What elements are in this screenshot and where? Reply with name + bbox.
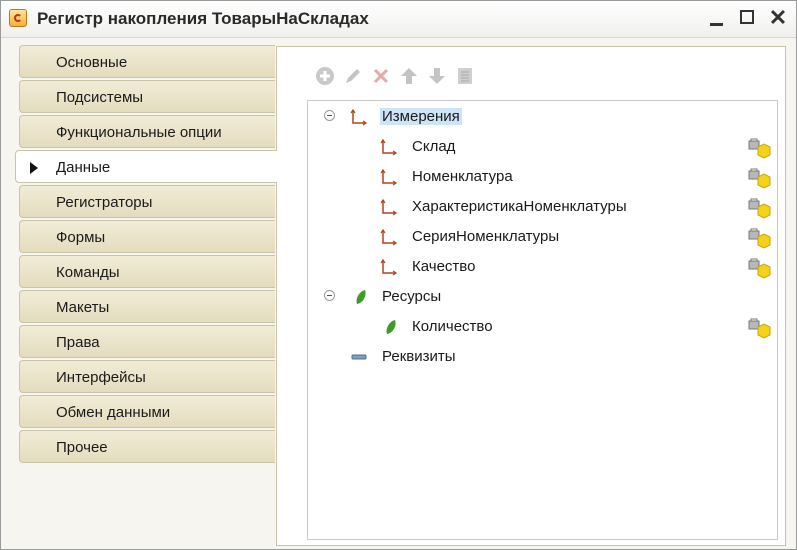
tree-node-label: Измерения [380,108,462,125]
lock-icon [748,168,771,189]
tree-node-label: ХарактеристикаНоменклатуры [412,198,627,215]
dimension-icon [380,138,398,156]
tree-node-label: Склад [412,138,456,155]
title-bar: Регистр накопления ТоварыНаСкладах ✕ [1,1,796,38]
register-window: Регистр накопления ТоварыНаСкладах ✕ Осн… [0,0,797,550]
tree-node-label: Качество [412,258,476,275]
tree-node-resources[interactable]: Ресурсы [308,283,777,311]
resource-icon [386,320,396,334]
tab-templates[interactable]: Макеты [19,290,275,323]
resources-icon [356,290,366,304]
lock-icon [748,198,771,219]
tab-registrars[interactable]: Регистраторы [19,185,275,218]
lock-icon [748,318,771,339]
tab-label: Основные [56,54,128,71]
dimension-icon [380,258,398,276]
tab-data-exchange[interactable]: Обмен данными [19,395,275,428]
tree-node-label: Количество [412,318,493,335]
tree-node-label: Номенклатура [412,168,513,185]
attributes-icon [351,354,367,360]
tab-label: Макеты [56,299,110,316]
add-button[interactable] [313,64,337,88]
tree-node-dimension[interactable]: Номенклатура [308,163,777,191]
tab-data[interactable]: Данные [15,150,277,183]
edit-icon [346,69,360,83]
maximize-icon [740,10,754,24]
tab-label: Обмен данными [56,404,171,421]
tree-node-dimension[interactable]: ХарактеристикаНоменклатуры [308,193,777,221]
tab-main[interactable]: Основные [19,45,275,78]
tab-label: Прочее [56,439,108,456]
tab-label: Интерфейсы [56,369,146,386]
sort-icon [458,68,472,84]
tree-node-resource[interactable]: Количество [308,313,777,341]
tab-label: Формы [56,229,106,246]
tree-node-label: Реквизиты [382,348,456,365]
add-icon [316,67,334,85]
sort-button[interactable] [453,64,477,88]
delete-button[interactable] [369,64,393,88]
dimension-icon [380,168,398,186]
dimension-icon [380,228,398,246]
tree-node-dimensions[interactable]: Измерения [308,103,777,131]
active-arrow-icon [30,162,38,174]
maximize-button[interactable] [734,5,760,31]
tab-interfaces[interactable]: Интерфейсы [19,360,275,393]
sections-sidebar: Основные Подсистемы Функциональные опции… [15,45,277,541]
tab-label: Данные [56,159,111,176]
tab-subsystems[interactable]: Подсистемы [19,80,275,113]
minimize-icon [710,23,723,26]
tree-node-label: Ресурсы [382,288,442,305]
move-up-icon [401,68,417,84]
window-title: Регистр накопления ТоварыНаСкладах [37,9,369,28]
tab-label: Подсистемы [56,89,144,106]
dimensions-icon [350,108,368,126]
dimension-icon [380,198,398,216]
tree-node-dimension[interactable]: СерияНоменклатуры [308,223,777,251]
tab-other[interactable]: Прочее [19,430,275,463]
move-up-button[interactable] [397,64,421,88]
tab-rights[interactable]: Права [19,325,275,358]
data-tree: Измерения Склад Номенклатура Характерист… [307,100,778,540]
collapse-toggle-icon[interactable] [324,110,335,121]
move-down-icon [429,68,445,84]
close-icon: ✕ [768,5,788,30]
lock-icon [748,138,771,159]
tab-label: Права [56,334,100,351]
app-logo-icon [9,9,27,27]
tree-node-dimension[interactable]: Качество [308,253,777,281]
tree-node-label: СерияНоменклатуры [412,228,560,245]
lock-icon [748,258,771,279]
close-button[interactable]: ✕ [765,5,791,31]
collapse-toggle-icon[interactable] [324,290,335,301]
tab-label: Функциональные опции [56,124,222,141]
tab-label: Регистраторы [56,194,153,211]
delete-icon [373,68,389,84]
minimize-button[interactable] [703,5,729,31]
tab-forms[interactable]: Формы [19,220,275,253]
tab-functional-options[interactable]: Функциональные опции [19,115,275,148]
edit-button[interactable] [341,64,365,88]
tab-commands[interactable]: Команды [19,255,275,288]
tab-label: Команды [56,264,120,281]
tree-node-dimension[interactable]: Склад [308,133,777,161]
move-down-button[interactable] [425,64,449,88]
data-panel: Измерения Склад Номенклатура Характерист… [276,46,786,546]
lock-icon [748,228,771,249]
tree-node-attributes[interactable]: Реквизиты [308,343,777,371]
